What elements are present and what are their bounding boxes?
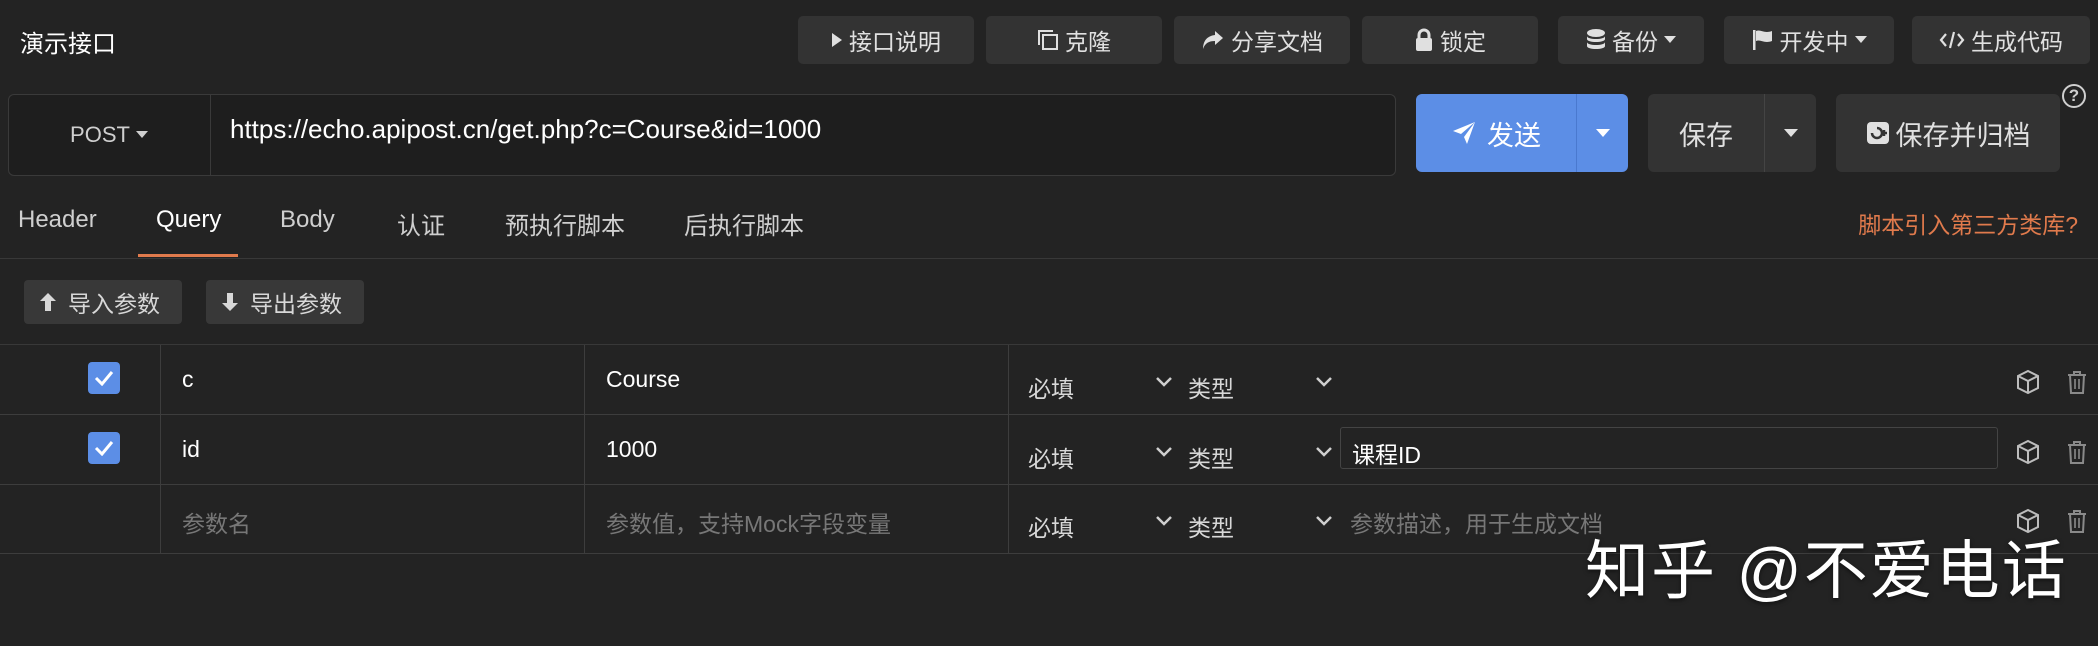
clone-button[interactable]: 克隆: [986, 16, 1162, 64]
page-title: 演示接口: [20, 31, 116, 58]
required-select[interactable]: 必填: [1028, 440, 1074, 474]
generate-code-label: 生成代码: [1971, 29, 2063, 55]
chevron-down-icon[interactable]: [1156, 516, 1172, 526]
share-doc-label: 分享文档: [1231, 29, 1323, 55]
caret-down-icon: [1596, 128, 1610, 137]
third-party-library-link[interactable]: 脚本引入第三方类库?: [1858, 206, 2078, 240]
backup-dropdown[interactable]: 备份: [1558, 16, 1704, 64]
check-icon: [94, 371, 114, 386]
flag-icon: [1752, 30, 1772, 50]
caret-down-icon: [135, 131, 148, 138]
tab-pre-script[interactable]: 预执行脚本: [505, 206, 625, 241]
arrow-down-icon: [222, 293, 238, 311]
database-icon: [1587, 29, 1605, 49]
required-select[interactable]: 必填: [1028, 370, 1074, 404]
column-divider: [584, 345, 585, 553]
share-doc-button[interactable]: 分享文档: [1174, 16, 1350, 64]
watermark: 知乎 @不爱电话: [1585, 535, 2068, 607]
send-options-button[interactable]: [1576, 94, 1629, 172]
param-value-input[interactable]: Course: [606, 366, 680, 393]
url-input[interactable]: https://echo.apipost.cn/get.php?c=Course…: [230, 114, 821, 145]
send-icon: [1453, 122, 1475, 144]
help-icon[interactable]: ?: [2062, 84, 2086, 108]
trash-icon[interactable]: [2066, 439, 2088, 465]
caret-down-icon: [1784, 128, 1798, 137]
copy-icon: [1038, 30, 1058, 50]
lock-label: 锁定: [1440, 29, 1486, 55]
column-divider: [160, 345, 161, 553]
param-value-input[interactable]: 1000: [606, 436, 657, 463]
check-icon: [94, 441, 114, 456]
cube-icon[interactable]: [2016, 439, 2040, 465]
param-name-placeholder[interactable]: 参数名: [182, 505, 251, 539]
import-params-label: 导入参数: [68, 291, 160, 317]
share-icon: [1203, 31, 1223, 49]
import-params-button[interactable]: 导入参数: [24, 280, 182, 324]
save-archive-label: 保存并归档: [1895, 120, 2031, 151]
tab-auth[interactable]: 认证: [397, 206, 445, 241]
export-params-label: 导出参数: [250, 291, 342, 317]
param-value-placeholder[interactable]: 参数值，支持Mock字段变量: [606, 505, 891, 539]
api-doc-button[interactable]: 接口说明: [798, 16, 974, 64]
param-enable-checkbox[interactable]: [88, 362, 120, 394]
save-button[interactable]: 保存: [1648, 94, 1764, 172]
active-tab-indicator: [138, 254, 238, 257]
lock-icon: [1416, 28, 1432, 51]
tab-body[interactable]: Body: [280, 206, 335, 234]
chevron-down-icon[interactable]: [1316, 447, 1332, 457]
type-select[interactable]: 类型: [1188, 440, 1234, 474]
play-icon: [832, 33, 842, 47]
chevron-down-icon[interactable]: [1316, 516, 1332, 526]
save-archive-button[interactable]: 保存并归档: [1836, 94, 2060, 172]
param-description-input[interactable]: [1340, 427, 1998, 469]
export-params-button[interactable]: 导出参数: [206, 280, 364, 324]
method-select[interactable]: POST: [8, 94, 211, 176]
param-name-input[interactable]: id: [182, 436, 200, 463]
param-description-text: 课程ID: [1352, 442, 1421, 468]
status-dropdown[interactable]: 开发中: [1724, 16, 1894, 64]
status-label: 开发中: [1779, 29, 1849, 55]
arrow-up-icon: [40, 293, 56, 311]
backup-label: 备份: [1612, 29, 1658, 55]
caret-down-icon: [1854, 36, 1867, 43]
column-divider: [1008, 345, 1009, 553]
clone-label: 克隆: [1065, 29, 1111, 55]
archive-icon: [1866, 122, 1889, 144]
code-icon: [1939, 31, 1965, 49]
param-description-placeholder[interactable]: 参数描述，用于生成文档: [1350, 505, 1603, 539]
caret-down-icon: [1664, 36, 1676, 43]
send-label: 发送: [1487, 120, 1541, 151]
api-doc-label: 接口说明: [849, 29, 941, 55]
chevron-down-icon[interactable]: [1156, 447, 1172, 457]
trash-icon[interactable]: [2066, 369, 2088, 395]
send-button[interactable]: 发送: [1416, 94, 1576, 172]
tab-post-script[interactable]: 后执行脚本: [684, 206, 804, 241]
type-select[interactable]: 类型: [1188, 509, 1234, 543]
tab-query[interactable]: Query: [156, 206, 221, 234]
method-label: POST: [70, 122, 130, 147]
generate-code-button[interactable]: 生成代码: [1912, 16, 2090, 64]
cube-icon[interactable]: [2016, 369, 2040, 395]
param-enable-checkbox[interactable]: [88, 432, 120, 464]
save-options-button[interactable]: [1764, 94, 1817, 172]
chevron-down-icon[interactable]: [1316, 377, 1332, 387]
param-name-input[interactable]: c: [182, 366, 194, 393]
required-select[interactable]: 必填: [1028, 509, 1074, 543]
lock-button[interactable]: 锁定: [1362, 16, 1538, 64]
chevron-down-icon[interactable]: [1156, 377, 1172, 387]
tab-header[interactable]: Header: [18, 206, 97, 234]
trash-icon[interactable]: [2066, 508, 2088, 534]
tabs-divider: [0, 258, 2098, 259]
type-select[interactable]: 类型: [1188, 370, 1234, 404]
